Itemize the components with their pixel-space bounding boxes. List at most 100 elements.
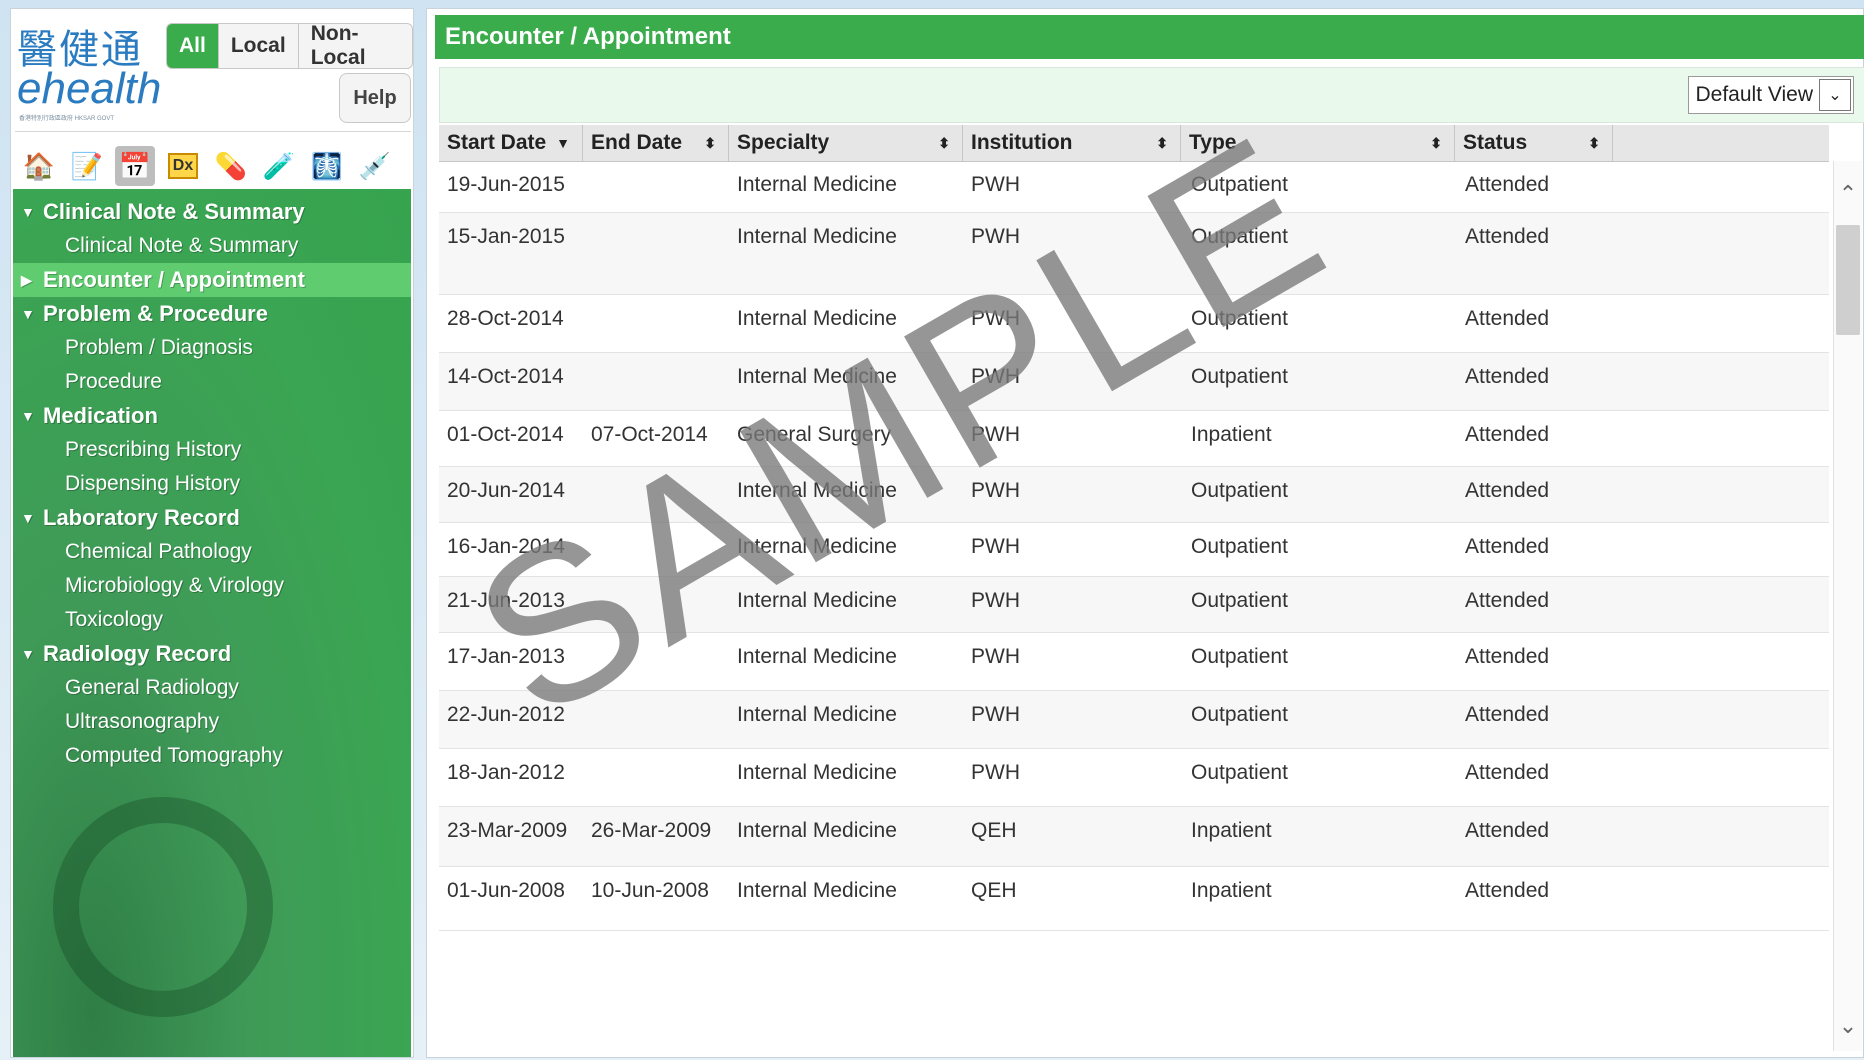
nav-group-laboratory-record[interactable]: ▼ Laboratory Record	[13, 501, 411, 535]
column-header-label: Start Date	[447, 131, 547, 154]
sort-icon[interactable]: ⬍	[938, 135, 950, 152]
table-cell-institution: PWH	[971, 365, 1020, 388]
table-cell-institution: PWH	[971, 479, 1020, 502]
sort-icon[interactable]: ⬍	[1430, 135, 1442, 152]
nav-group-radiology-record[interactable]: ▼ Radiology Record	[13, 637, 411, 671]
table-cell-start-date: 14-Oct-2014	[447, 365, 564, 388]
table-row[interactable]: 22-Jun-2012 Internal Medicine PWH Outpatien…	[439, 691, 1829, 749]
module-toolbar: 🏠 📝 📅 Dx 💊 🧪 🩻 💉	[15, 131, 411, 196]
scope-tab-non-local[interactable]: Non-Local	[297, 24, 412, 68]
table-cell-start-date: 19-Jun-2015	[447, 173, 565, 196]
scope-tab-all[interactable]: All	[167, 24, 218, 68]
table-cell-institution: PWH	[971, 225, 1020, 248]
sort-icon[interactable]: ⬍	[1156, 135, 1168, 152]
table-cell-type: Outpatient	[1191, 173, 1288, 196]
table-row[interactable]: 23-Mar-2009 26-Mar-2009 Internal Medicine Q…	[439, 807, 1829, 867]
nav-group-label: Laboratory Record	[43, 505, 240, 530]
table-cell-specialty: Internal Medicine	[737, 703, 897, 726]
table-cell-type: Outpatient	[1191, 703, 1288, 726]
column-header-label: Specialty	[737, 131, 830, 154]
table-row[interactable]: 21-Jun-2013 Internal Medicine PWH Outpatien…	[439, 577, 1829, 633]
table-cell-institution: PWH	[971, 761, 1020, 784]
scroll-thumb[interactable]	[1836, 225, 1860, 335]
sort-desc-icon[interactable]: ▼	[556, 135, 570, 151]
dx-folder-icon[interactable]: Dx	[163, 146, 203, 186]
column-header-type[interactable]: Type ⬍	[1181, 125, 1455, 161]
column-header-start-date[interactable]: Start Date ▼	[439, 125, 583, 161]
table-row[interactable]: 19-Jun-2015 Internal Medicine PWH Outpatien…	[439, 161, 1829, 213]
nav-item-toxicology[interactable]: Toxicology	[13, 603, 411, 637]
syringe-icon[interactable]: 💉	[355, 146, 395, 186]
scope-tab-local[interactable]: Local	[217, 24, 298, 68]
nav-item-microbiology-virology[interactable]: Microbiology & Virology	[13, 569, 411, 603]
table-row[interactable]: 17-Jan-2013 Internal Medicine PWH Outpatien…	[439, 633, 1829, 691]
table-cell-type: Outpatient	[1191, 225, 1288, 248]
table-cell-specialty: Internal Medicine	[737, 819, 897, 842]
table-cell-status: Attended	[1465, 307, 1550, 330]
column-header-end-date[interactable]: End Date ⬍	[583, 125, 729, 161]
table-row[interactable]: 15-Jan-2015 Internal Medicine PWH Outpatien…	[439, 213, 1829, 295]
table-row[interactable]: 16-Jan-2014 Internal Medicine PWH Outpatien…	[439, 523, 1829, 577]
table-row[interactable]: 01-Jun-2008 10-Jun-2008 Internal Medicine Q…	[439, 867, 1829, 931]
nav-group-label: Medication	[43, 403, 158, 428]
table-cell-specialty: Internal Medicine	[737, 307, 897, 330]
table-cell-start-date: 18-Jan-2012	[447, 761, 565, 784]
column-header-institution[interactable]: Institution ⬍	[963, 125, 1181, 161]
table-cell-specialty: Internal Medicine	[737, 479, 897, 502]
calendar-icon[interactable]: 📅	[115, 146, 155, 186]
nav-group-clinical-note[interactable]: ▼ Clinical Note & Summary	[13, 195, 411, 229]
nav-item-general-radiology[interactable]: General Radiology	[13, 671, 411, 705]
table-cell-type: Inpatient	[1191, 819, 1272, 842]
column-header-specialty[interactable]: Specialty ⬍	[729, 125, 963, 161]
table-cell-specialty: General Surgery	[737, 423, 892, 446]
nav-group-medication[interactable]: ▼ Medication	[13, 399, 411, 433]
nav-item-problem-diagnosis[interactable]: Problem / Diagnosis	[13, 331, 411, 365]
main-panel: Encounter / Appointment Default View ⌄ S…	[426, 8, 1864, 1058]
scroll-down-icon[interactable]: ⌄	[1834, 1013, 1862, 1043]
prescription-icon[interactable]: 💊	[211, 146, 251, 186]
table-cell-institution: PWH	[971, 703, 1020, 726]
table-cell-end-date: 26-Mar-2009	[591, 819, 712, 842]
table-cell-start-date: 28-Oct-2014	[447, 307, 564, 330]
nav-item-clinical-note-summary[interactable]: Clinical Note & Summary	[13, 229, 411, 263]
view-select[interactable]: Default View ⌄	[1688, 76, 1854, 114]
nav-item-chemical-pathology[interactable]: Chemical Pathology	[13, 535, 411, 569]
nav-item-ultrasonography[interactable]: Ultrasonography	[13, 705, 411, 739]
table-cell-status: Attended	[1465, 225, 1550, 248]
table-row[interactable]: 20-Jun-2014 Internal Medicine PWH Outpatien…	[439, 467, 1829, 523]
table-cell-end-date: 10-Jun-2008	[591, 879, 709, 902]
table-cell-status: Attended	[1465, 703, 1550, 726]
table-row[interactable]: 01-Oct-2014 07-Oct-2014 General Surgery PWH…	[439, 411, 1829, 467]
home-icon[interactable]: 🏠	[19, 146, 59, 186]
table-row[interactable]: 14-Oct-2014 Internal Medicine PWH Outpatien…	[439, 353, 1829, 411]
table-cell-specialty: Internal Medicine	[737, 535, 897, 558]
collapsed-caret-icon: ▶	[21, 271, 32, 288]
help-button[interactable]: Help	[339, 73, 411, 123]
chevron-down-icon[interactable]: ⌄	[1819, 79, 1851, 111]
nav-group-encounter-appointment[interactable]: ▶ Encounter / Appointment	[13, 263, 411, 297]
table-cell-start-date: 22-Jun-2012	[447, 703, 565, 726]
table-cell-specialty: Internal Medicine	[737, 761, 897, 784]
notepad-icon[interactable]: 📝	[67, 146, 107, 186]
table-cell-type: Outpatient	[1191, 535, 1288, 558]
table-row[interactable]: 18-Jan-2012 Internal Medicine PWH Outpatien…	[439, 749, 1829, 807]
nav-item-procedure[interactable]: Procedure	[13, 365, 411, 399]
column-header-label: Type	[1189, 131, 1237, 154]
scroll-up-icon[interactable]: ⌃	[1834, 181, 1862, 211]
table-cell-status: Attended	[1465, 535, 1550, 558]
table-cell-institution: PWH	[971, 589, 1020, 612]
radiology-icon[interactable]: 🩻	[307, 146, 347, 186]
table-header: Start Date ▼ End Date ⬍ Specialty ⬍ Institutio…	[439, 125, 1829, 162]
nav-item-dispensing-history[interactable]: Dispensing History	[13, 467, 411, 501]
expanded-caret-icon: ▼	[21, 408, 35, 424]
sort-icon[interactable]: ⬍	[704, 135, 716, 152]
column-header-status[interactable]: Status ⬍	[1455, 125, 1613, 161]
table-row[interactable]: 28-Oct-2014 Internal Medicine PWH Outpatien…	[439, 295, 1829, 353]
vertical-scrollbar[interactable]: ⌃ ⌄	[1833, 161, 1862, 1051]
sort-icon[interactable]: ⬍	[1588, 135, 1600, 152]
nav-item-computed-tomography[interactable]: Computed Tomography	[13, 739, 411, 773]
table-cell-type: Outpatient	[1191, 479, 1288, 502]
nav-item-prescribing-history[interactable]: Prescribing History	[13, 433, 411, 467]
lab-flask-icon[interactable]: 🧪	[259, 146, 299, 186]
nav-group-problem-procedure[interactable]: ▼ Problem & Procedure	[13, 297, 411, 331]
